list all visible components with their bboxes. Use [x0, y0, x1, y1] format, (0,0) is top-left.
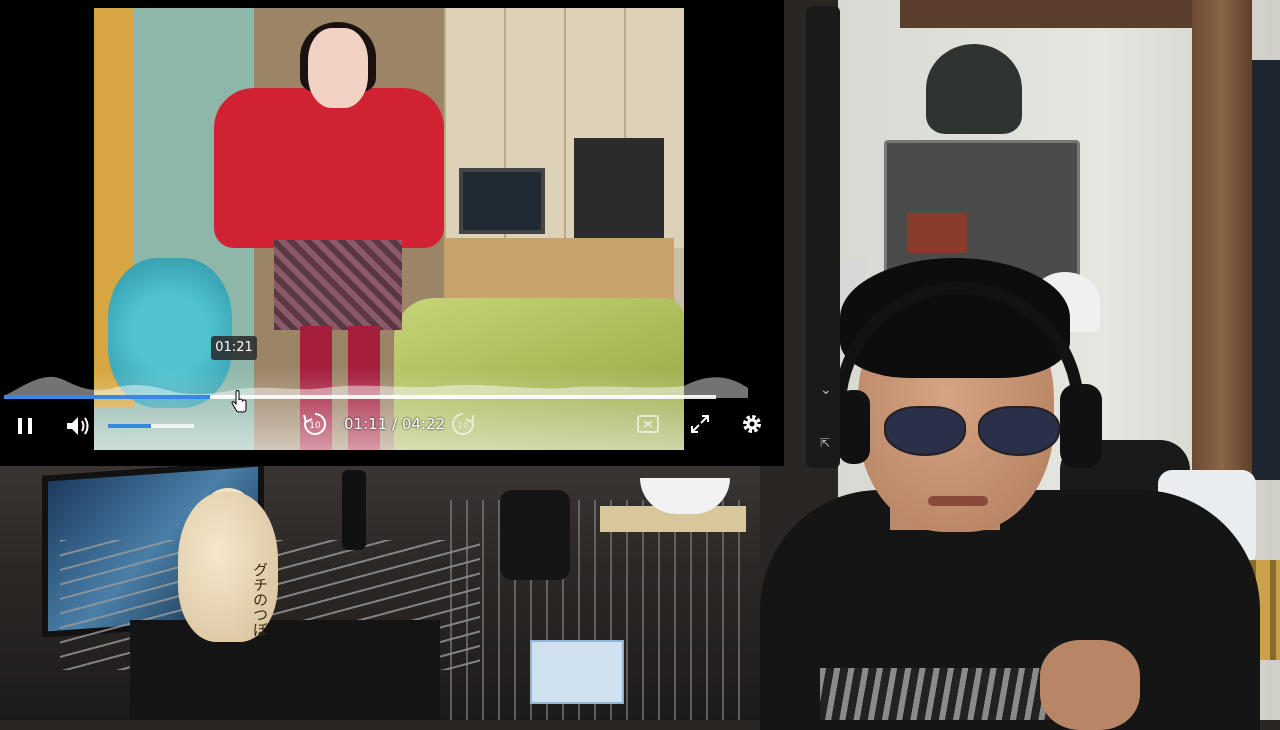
time-display: 01:11 / 04:22 — [344, 415, 446, 433]
desk-box — [130, 620, 440, 720]
pause-icon — [18, 418, 32, 434]
hand — [1040, 640, 1140, 730]
fullscreen-button[interactable] — [686, 410, 714, 438]
fullscreen-icon — [691, 415, 709, 433]
picture-in-picture-icon — [637, 415, 659, 433]
headphone-earcup-right — [1060, 384, 1102, 468]
volume-icon — [67, 417, 89, 435]
ceiling-beam — [900, 0, 1220, 28]
volume-level — [108, 424, 151, 428]
sunglasses-right-lens — [978, 406, 1060, 456]
video-dancer-skirt — [274, 240, 402, 330]
forward-10-button[interactable]: 10 — [448, 410, 478, 438]
mic-arm — [342, 470, 366, 550]
headphone-earcup-left — [838, 390, 870, 464]
chevron-down-icon[interactable]: ⌄ — [820, 382, 832, 398]
resize-icon[interactable]: ⇱ — [820, 436, 830, 450]
video-dancer-sweater — [214, 88, 444, 248]
seek-bar-played — [4, 395, 211, 399]
side-panel-strip[interactable]: ⌄ ⇱ — [806, 6, 840, 468]
mouth — [928, 496, 988, 506]
seek-hover-time: 01:21 — [211, 336, 257, 360]
microphone — [500, 490, 570, 580]
audio-waveform — [4, 376, 748, 398]
jar-label: グチのつぼ — [251, 562, 269, 637]
settings-button[interactable] — [738, 410, 766, 438]
volume-slider[interactable] — [108, 424, 194, 428]
video-player[interactable]: 01:21 10 01:11 / 04:22 10 — [0, 0, 784, 466]
forward-10-icon: 10 — [451, 412, 475, 435]
ceramic-jar: グチのつぼ — [178, 492, 278, 642]
gear-icon — [743, 415, 761, 433]
video-monitor — [459, 168, 545, 234]
volume-button[interactable] — [62, 412, 94, 440]
cap-on-rack — [926, 44, 1022, 134]
video-dancer-head — [308, 28, 368, 108]
play-pause-button[interactable] — [10, 412, 40, 440]
picture-in-picture-button[interactable] — [634, 410, 662, 438]
svg-text:10: 10 — [309, 421, 321, 431]
rewind-10-icon: 10 — [303, 412, 327, 435]
mouse-cursor-icon — [231, 390, 247, 413]
video-pc-tower — [574, 138, 664, 238]
seek-bar[interactable] — [4, 395, 716, 399]
svg-text:10: 10 — [457, 421, 469, 431]
sunglasses-left-lens — [884, 406, 966, 456]
rewind-10-button[interactable]: 10 — [300, 410, 330, 438]
small-box — [530, 640, 624, 704]
